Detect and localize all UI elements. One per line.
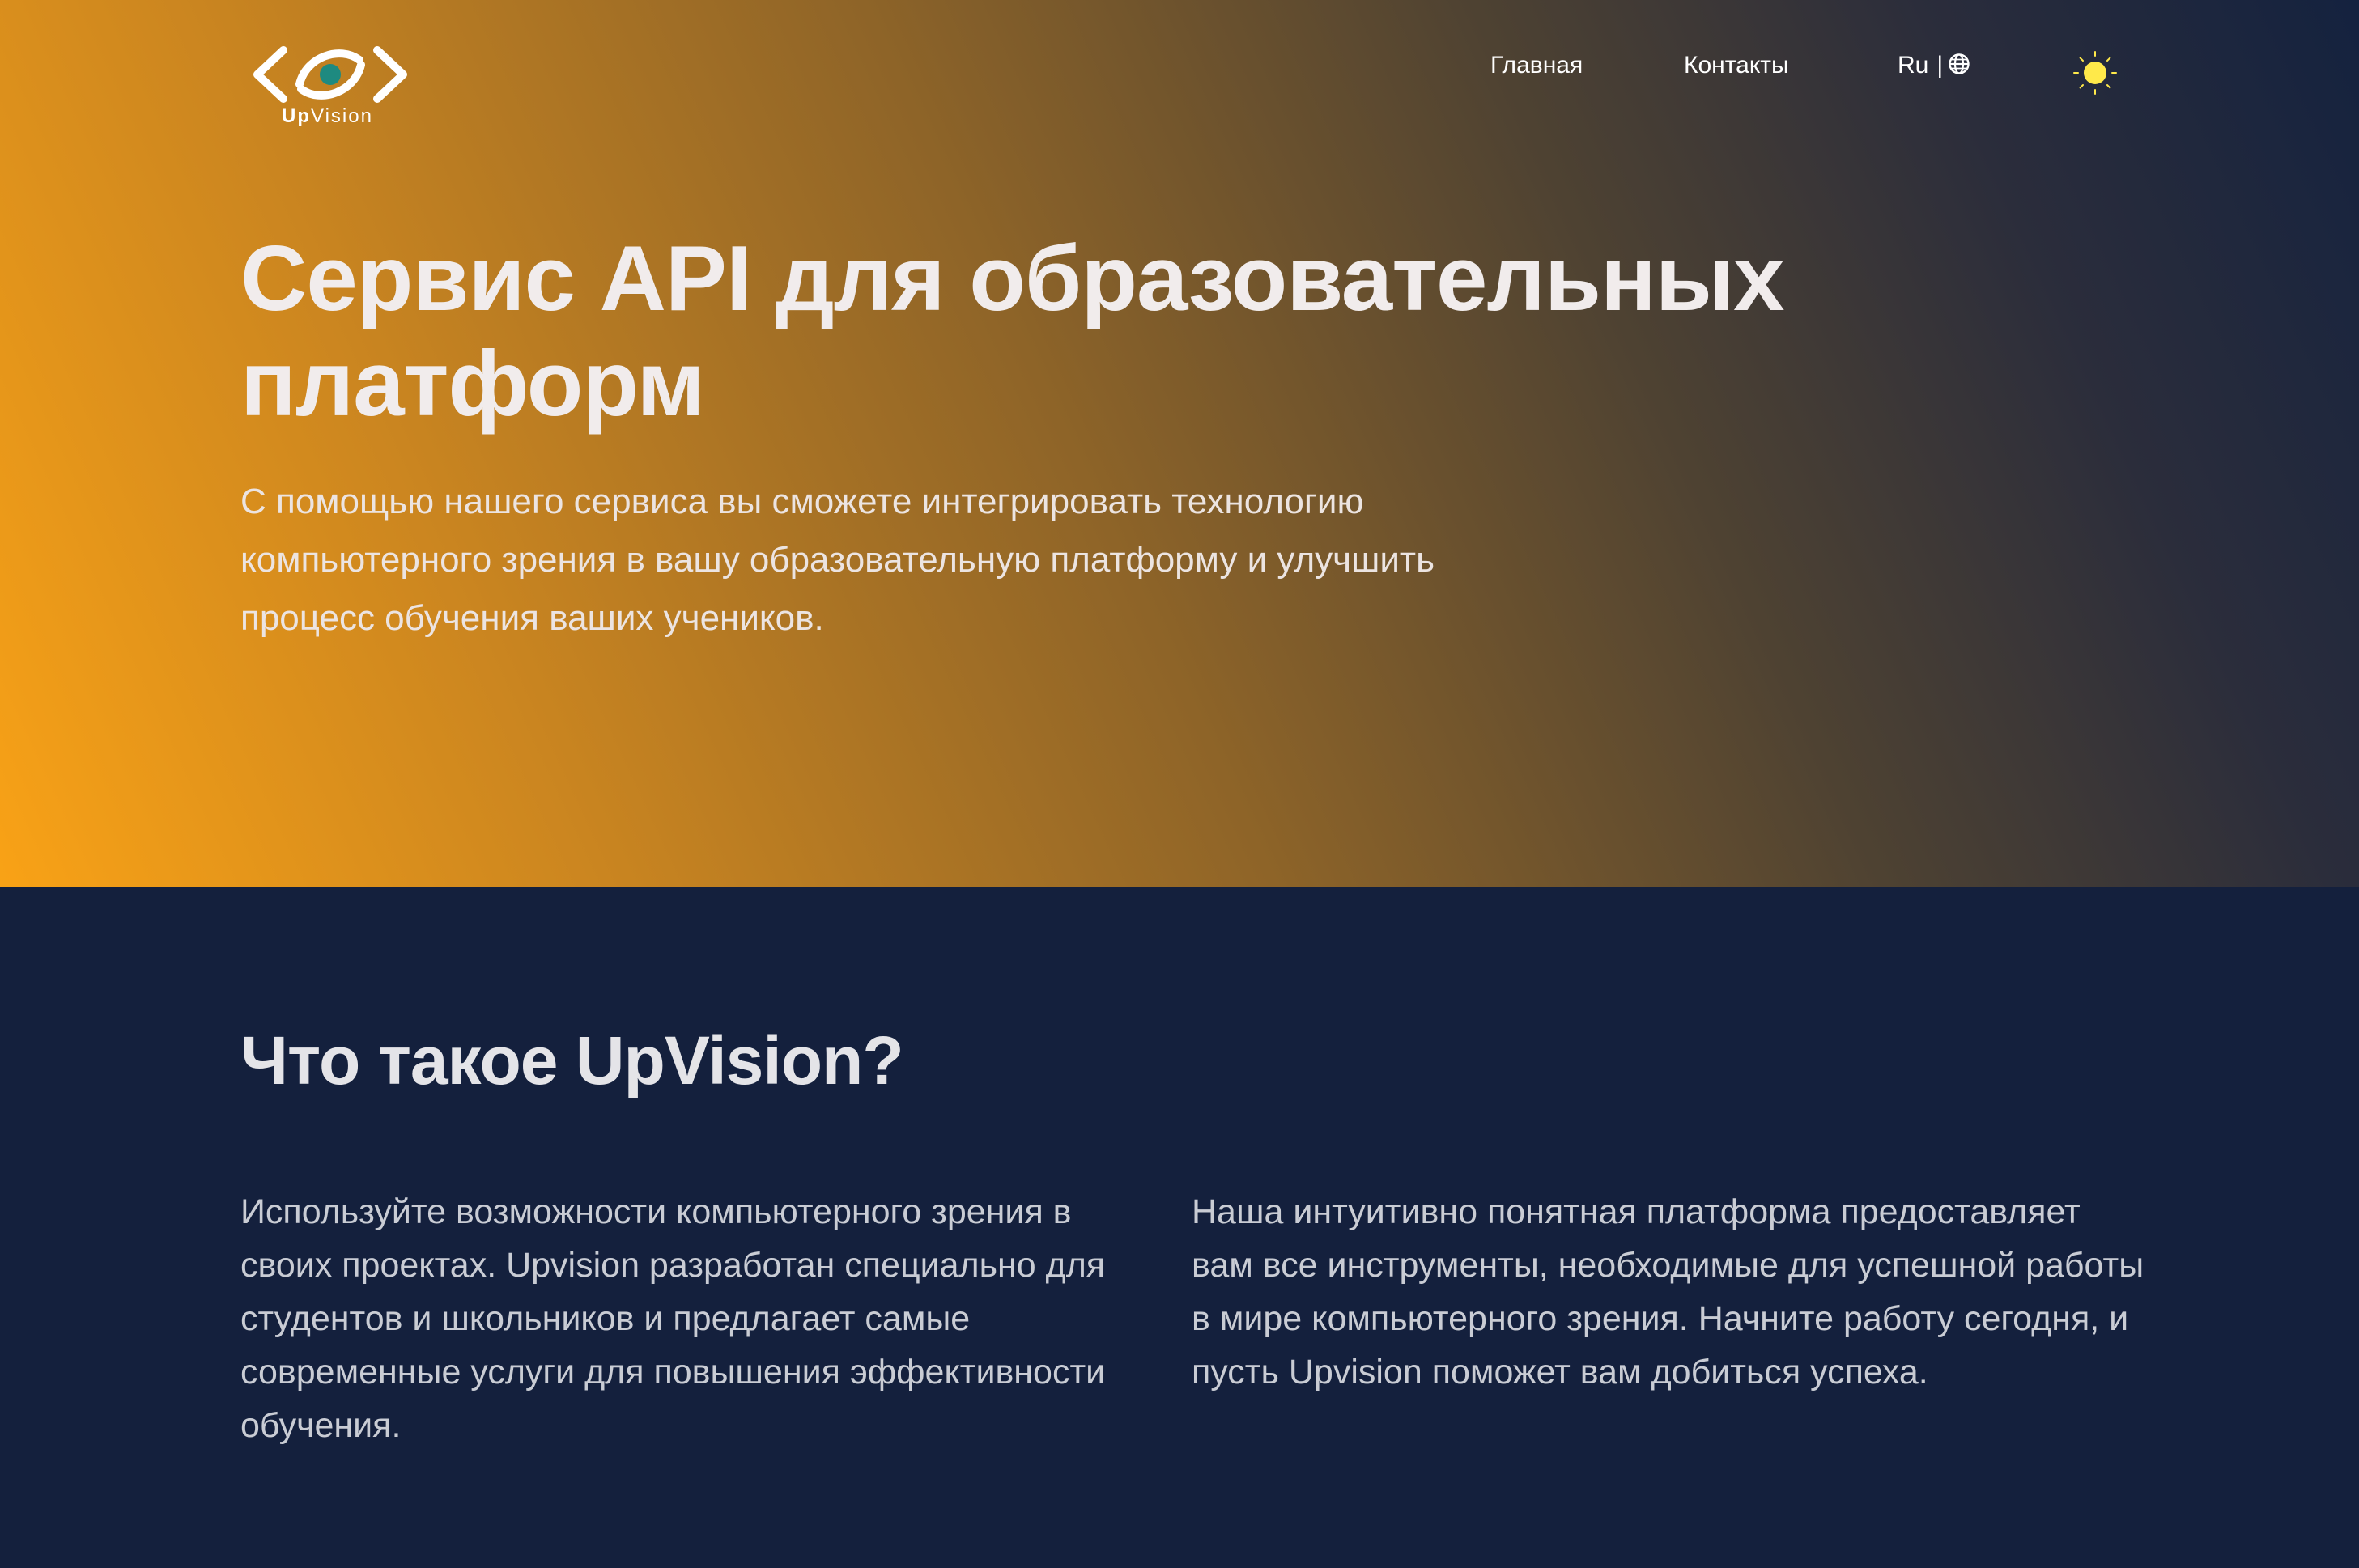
logo-wordmark: UpVision <box>282 105 373 127</box>
language-separator: | <box>1936 52 1944 79</box>
nav-home-link[interactable]: Главная <box>1490 52 1583 79</box>
language-switcher[interactable]: Ru | <box>1898 52 1970 79</box>
hero-subtitle: С помощью нашего сервиса вы сможете инте… <box>240 482 1435 638</box>
nav-contacts-link[interactable]: Контакты <box>1684 52 1789 79</box>
about-title: Что такое UpVision? <box>240 1022 904 1098</box>
about-section: Что такое UpVision? Используйте возможно… <box>0 887 2359 1568</box>
about-left-paragraph: Используйте возможности компьютерного зр… <box>240 1192 1106 1445</box>
hero-title: Сервис API для образовательных платформ <box>240 227 1785 436</box>
language-label: Ru <box>1898 52 1929 79</box>
sun-icon <box>2073 51 2117 95</box>
globe-icon <box>1949 53 1970 74</box>
about-right-paragraph: Наша интуитивно понятная платформа предо… <box>1192 1192 2144 1392</box>
top-nav: Главная Контакты Ru | <box>0 52 2359 87</box>
theme-toggle-button[interactable] <box>2072 50 2118 96</box>
hero-section: UpVision Главная Контакты Ru | Сервис AP… <box>0 0 2359 887</box>
